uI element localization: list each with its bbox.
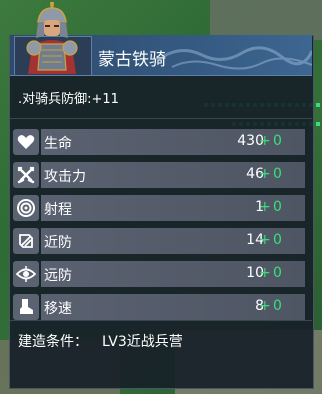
stat-row-ranged-defense: 远防 10 + 0 [10,261,312,287]
wave-decoration [162,46,312,70]
mongol-cavalry-portrait-icon [26,2,78,74]
stat-label: 攻击力 [44,169,86,185]
stat-plus-sign: + [259,298,271,314]
stats-list: 生命 430 + 0 攻击力 46 + 0 射程 1 + 0 近防 14 + 0… [10,129,312,327]
requirement-value: LV3近战兵营 [102,334,183,350]
stat-increment: 0 [273,166,282,182]
stat-increment: 0 [273,232,282,248]
stat-label: 射程 [44,202,72,218]
crossed-swords-icon [13,162,39,188]
stat-label: 远防 [44,268,72,284]
stone-wall [210,0,322,40]
stat-plus-sign: + [259,265,271,281]
stat-row-attack: 攻击力 46 + 0 [10,162,312,188]
target-icon [13,195,39,221]
stat-increment: 0 [273,133,282,149]
divider [10,118,312,119]
slash-shield-icon [13,228,39,254]
requirement-label: 建造条件： [18,334,88,350]
stat-plus-sign: + [259,199,271,215]
heart-icon [13,129,39,155]
stat-row-move-speed: 移速 8 + 0 [10,294,312,320]
stat-plus-sign: + [259,133,271,149]
stat-label: 生命 [44,136,72,152]
stat-label: 移速 [44,301,72,317]
unit-portrait [14,0,92,76]
stat-row-range: 射程 1 + 0 [10,195,312,221]
boot-icon [13,294,39,320]
stat-row-hp: 生命 430 + 0 [10,129,312,155]
stat-plus-sign: + [259,232,271,248]
eye-shield-icon [13,261,39,287]
stat-label: 近防 [44,235,72,251]
stat-increment: 0 [273,199,282,215]
stat-increment: 0 [273,265,282,281]
unit-name: 蒙古铁骑 [98,50,166,70]
stat-plus-sign: + [259,166,271,182]
stat-row-melee-defense: 近防 14 + 0 [10,228,312,254]
build-requirement: 建造条件： LV3近战兵营 [10,320,312,387]
unit-bonus-text: .对骑兵防御:+11 [18,92,119,107]
stat-increment: 0 [273,298,282,314]
